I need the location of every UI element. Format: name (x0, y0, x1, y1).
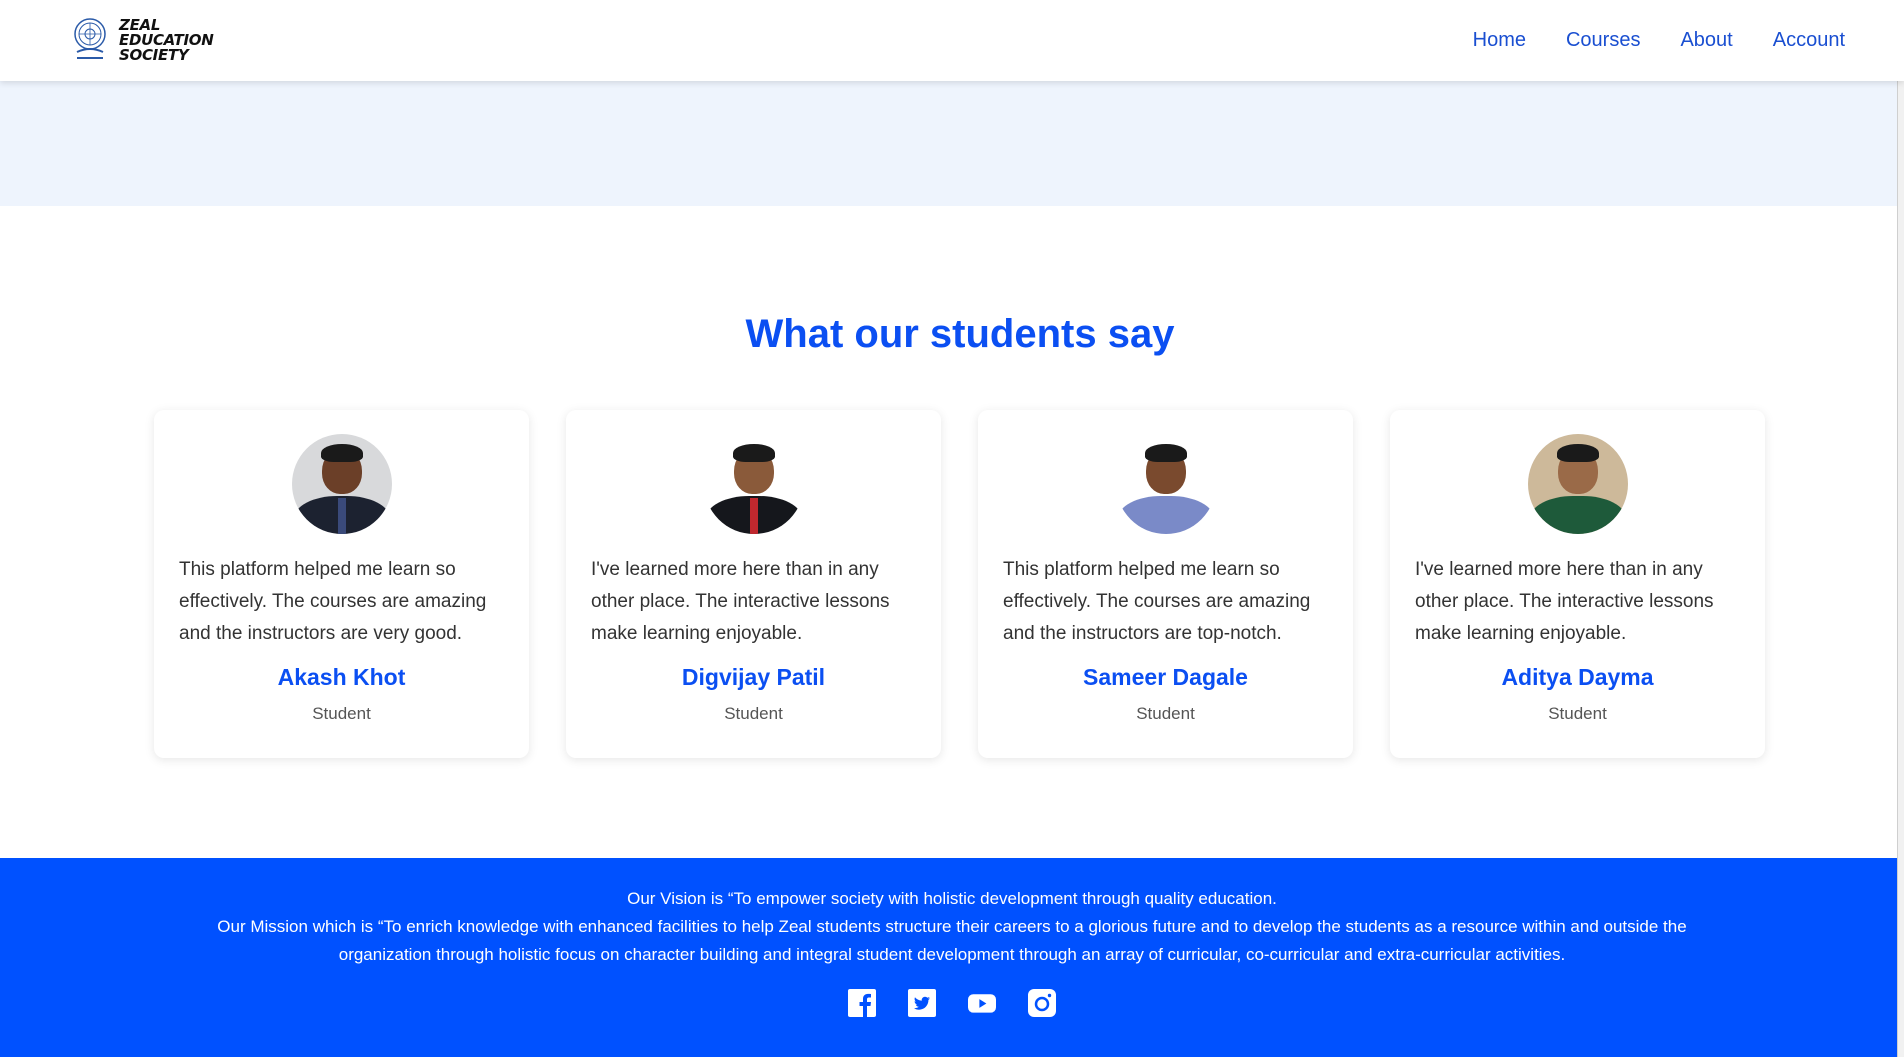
avatar (1527, 434, 1628, 534)
testimonial-role: Student (724, 704, 783, 723)
footer: Our Vision is “To empower society with h… (0, 858, 1904, 1057)
logo[interactable]: ZEAL EDUCATION SOCIETY (71, 16, 214, 64)
nav-courses-link[interactable]: Courses (1566, 29, 1640, 52)
testimonial-role: Student (312, 704, 371, 723)
nav-home-link[interactable]: Home (1473, 29, 1526, 52)
nav-account-link[interactable]: Account (1773, 29, 1845, 52)
testimonial-quote: This platform helped me learn so effecti… (1003, 559, 1311, 644)
social-links (0, 989, 1904, 1017)
testimonials-title: What our students say (745, 312, 1175, 356)
footer-mission: Our Mission which is “To enrich knowledg… (217, 917, 1687, 964)
testimonial-name: Aditya Dayma (1501, 664, 1654, 690)
footer-vision: Our Vision is “To empower society with h… (627, 889, 1277, 908)
zeal-emblem-icon (71, 16, 109, 64)
testimonial-name: Akash Khot (277, 664, 406, 690)
hero-banner (0, 81, 1904, 206)
scrollbar-thumb[interactable] (1897, 0, 1904, 1057)
testimonial-card: This platform helped me learn so effecti… (154, 410, 529, 758)
nav-menu: Home Courses About Account (1473, 0, 1845, 81)
youtube-icon[interactable] (968, 989, 996, 1017)
instagram-icon[interactable] (1028, 989, 1056, 1017)
testimonial-name: Digvijay Patil (681, 664, 826, 690)
testimonial-name: Sameer Dagale (1083, 664, 1248, 690)
testimonial-role: Student (1136, 704, 1195, 723)
testimonial-card: I've learned more here than in any other… (566, 410, 941, 758)
logo-text: ZEAL EDUCATION SOCIETY (119, 17, 214, 64)
twitter-icon[interactable] (908, 989, 936, 1017)
testimonial-cards: This platform helped me learn so effecti… (154, 410, 1765, 758)
testimonial-quote: I've learned more here than in any other… (591, 559, 890, 644)
nav-about-link[interactable]: About (1680, 29, 1732, 52)
testimonial-quote: This platform helped me learn so effecti… (179, 559, 487, 644)
footer-text: Our Vision is “To empower society with h… (202, 858, 1702, 969)
testimonial-card: I've learned more here than in any other… (1390, 410, 1765, 758)
avatar (291, 434, 392, 534)
navbar: ZEAL EDUCATION SOCIETY Home Courses Abou… (0, 0, 1904, 81)
avatar (703, 434, 804, 534)
facebook-icon[interactable] (848, 989, 876, 1017)
testimonial-quote: I've learned more here than in any other… (1415, 559, 1714, 644)
testimonial-role: Student (1548, 704, 1607, 723)
scrollbar[interactable] (1897, 0, 1904, 1057)
avatar (1115, 434, 1216, 534)
logo-text-line: SOCIETY (119, 45, 189, 64)
testimonial-card: This platform helped me learn so effecti… (978, 410, 1353, 758)
